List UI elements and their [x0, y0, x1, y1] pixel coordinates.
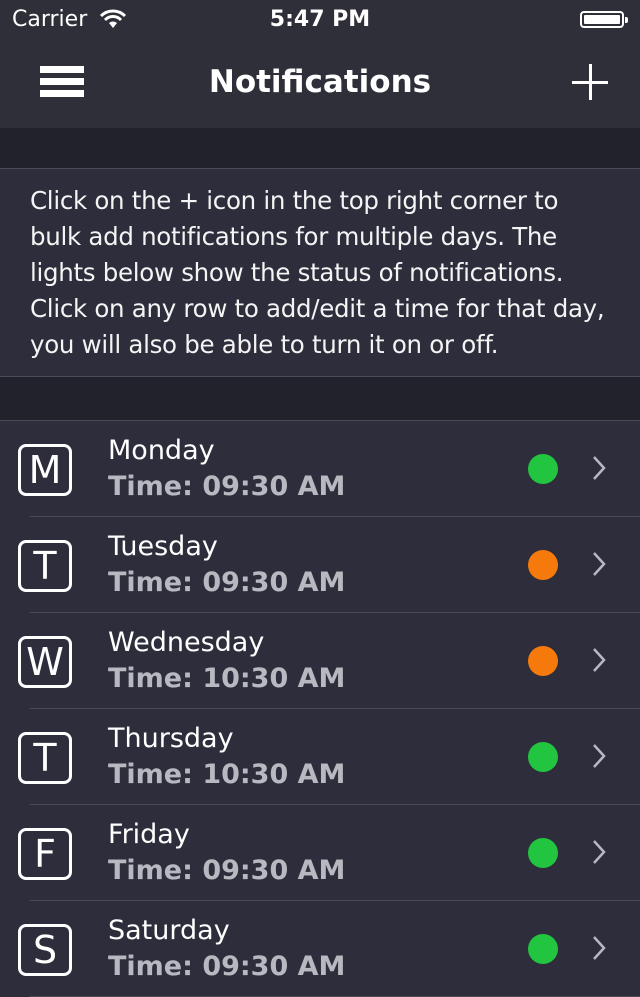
- chevron-right-icon: [593, 648, 606, 672]
- plus-icon[interactable]: [570, 62, 610, 102]
- day-letter-icon: M: [18, 444, 72, 496]
- day-time: Time: 10:30 AM: [108, 663, 346, 694]
- day-time: Time: 09:30 AM: [108, 855, 346, 886]
- days-list: M Monday Time: 09:30 AM T Tuesday Time: …: [0, 420, 640, 997]
- day-name: Wednesday: [108, 627, 265, 658]
- day-row[interactable]: M Monday Time: 09:30 AM: [0, 421, 640, 517]
- chevron-right-icon: [593, 456, 606, 480]
- info-text: Click on the + icon in the top right cor…: [30, 186, 605, 359]
- status-bar: Carrier 5:47 PM: [0, 0, 640, 40]
- day-row[interactable]: T Thursday Time: 10:30 AM: [0, 709, 640, 805]
- day-row[interactable]: F Friday Time: 09:30 AM: [0, 805, 640, 901]
- day-time: Time: 09:30 AM: [108, 567, 346, 598]
- chevron-right-icon: [593, 552, 606, 576]
- chevron-right-icon: [593, 744, 606, 768]
- day-letter-icon: F: [18, 828, 72, 880]
- battery-icon: [580, 11, 628, 28]
- day-letter-icon: T: [18, 540, 72, 592]
- info-panel: Click on the + icon in the top right cor…: [0, 168, 640, 377]
- status-light-pending-icon: [528, 646, 558, 676]
- top-bar: Carrier 5:47 PM Notifications: [0, 0, 640, 128]
- chevron-right-icon: [593, 936, 606, 960]
- day-name: Monday: [108, 435, 215, 466]
- hamburger-menu-icon[interactable]: [40, 66, 84, 98]
- day-row[interactable]: T Tuesday Time: 09:30 AM: [0, 517, 640, 613]
- status-light-on-icon: [528, 838, 558, 868]
- day-letter-icon: S: [18, 924, 72, 976]
- day-name: Tuesday: [108, 531, 218, 562]
- day-name: Saturday: [108, 915, 230, 946]
- day-letter-icon: W: [18, 636, 72, 688]
- status-light-on-icon: [528, 742, 558, 772]
- day-name: Thursday: [108, 723, 234, 754]
- day-name: Friday: [108, 819, 190, 850]
- day-letter-icon: T: [18, 732, 72, 784]
- status-time: 5:47 PM: [269, 7, 371, 32]
- status-light-on-icon: [528, 454, 558, 484]
- day-row[interactable]: W Wednesday Time: 10:30 AM: [0, 613, 640, 709]
- day-time: Time: 10:30 AM: [108, 759, 346, 790]
- day-time: Time: 09:30 AM: [108, 951, 346, 982]
- section-spacer: [0, 377, 640, 420]
- page-title: Notifications: [208, 64, 432, 100]
- day-row[interactable]: S Saturday Time: 09:30 AM: [0, 901, 640, 997]
- day-time: Time: 09:30 AM: [108, 471, 346, 502]
- section-spacer: [0, 128, 640, 168]
- status-light-pending-icon: [528, 550, 558, 580]
- chevron-right-icon: [593, 840, 606, 864]
